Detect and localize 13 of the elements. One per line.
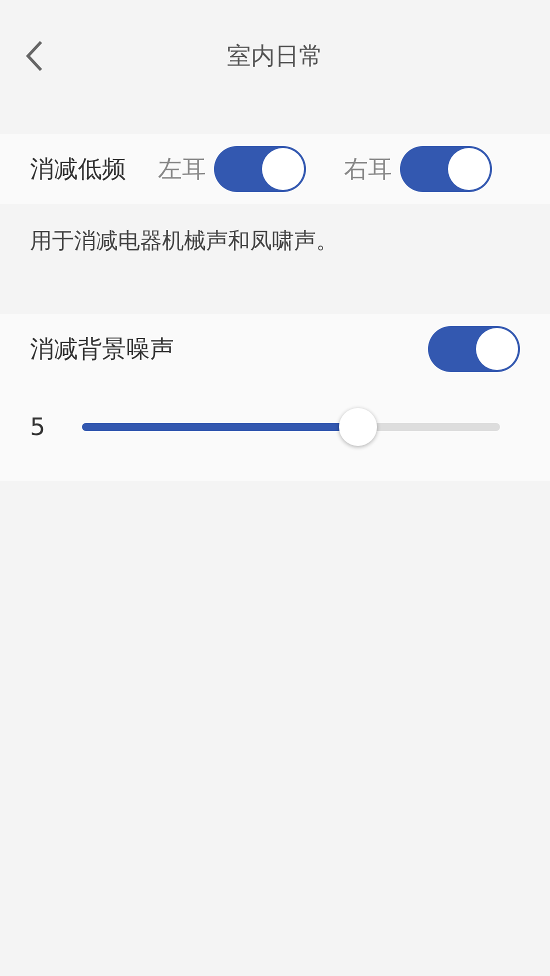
page-title: 室内日常 <box>227 41 323 72</box>
back-icon <box>25 40 43 72</box>
ear-label: 左耳 <box>158 154 206 185</box>
slider-thumb[interactable] <box>338 408 377 446</box>
background-noise-label: 消减背景噪声 <box>30 334 174 365</box>
slider-value: 5 <box>30 412 46 440</box>
low-frequency-label: 消减低频 <box>30 154 126 185</box>
ear-label: 右耳 <box>344 154 392 185</box>
noise-slider[interactable] <box>82 408 500 446</box>
description-text: 用于消减电器机械声和凤啸声。 <box>30 229 338 254</box>
toggle-switch[interactable] <box>214 146 306 192</box>
toggle-switch[interactable] <box>400 146 492 192</box>
toggle-switch[interactable] <box>428 326 520 372</box>
